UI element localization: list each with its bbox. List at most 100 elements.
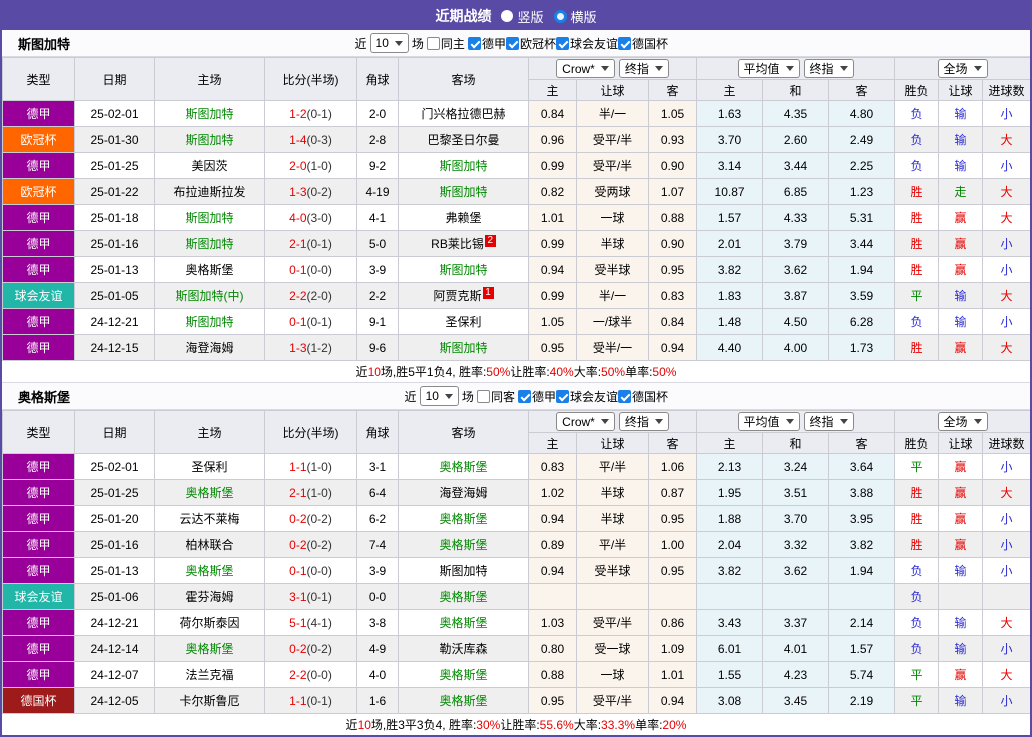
match-date: 24-12-05 <box>74 687 155 714</box>
layout-radio-vertical[interactable]: 竖版 <box>501 7 544 26</box>
table-row: 德甲 25-02-01 斯图加特 1-2(0-1) 2-0 门兴格拉德巴赫 0.84 半/一 1… <box>2 100 1030 127</box>
match-date: 24-12-15 <box>74 334 155 361</box>
corner-score: 1-6 <box>356 687 399 714</box>
fulltime-score: 5-1 <box>289 615 307 630</box>
match-score: 2-1(0-1) <box>264 230 357 257</box>
result-outcome: 负 <box>894 308 940 335</box>
col-away: 客场 <box>398 410 529 454</box>
league-filter-球会友谊[interactable]: 球会友谊 <box>555 35 618 52</box>
odds-home: 0.82 <box>528 178 577 205</box>
result-handicap: 输 <box>938 557 984 584</box>
home-team-name: 奥格斯堡 <box>185 263 234 277</box>
avg-select[interactable]: 平均值 <box>737 412 800 431</box>
layout-radio-horizontal[interactable]: 横版 <box>553 7 597 26</box>
corner-score: 9-6 <box>356 334 399 361</box>
table-row: 德国杯 24-12-05 卡尔斯鲁厄 1-1(0-1) 1-6 奥格斯堡 0.95 受平/半 0… <box>2 687 1030 714</box>
result-goals: 大 <box>982 334 1030 361</box>
fulltime-score: 1-1 <box>289 459 307 474</box>
avg-draw: 3.51 <box>762 479 830 506</box>
avg-draw: 3.62 <box>762 256 830 283</box>
corner-score: 3-9 <box>356 557 399 584</box>
summary-text: 场,胜5平1负4, 胜率: <box>380 365 487 379</box>
league-filter-德甲[interactable]: 德甲 <box>517 388 556 405</box>
result-outcome: 平 <box>894 453 940 480</box>
summary-text: 单率: <box>635 718 663 732</box>
team-name: 斯图加特 <box>18 36 71 52</box>
league-filter-球会友谊[interactable]: 球会友谊 <box>555 388 618 405</box>
home-team: 海登海姆 <box>154 334 265 361</box>
filters: 近 10 场 同主 德甲 欧冠杯 球会友谊 德国杯 <box>355 33 668 53</box>
table-row: 德甲 24-12-07 法兰克福 2-2(0-0) 4-0 奥格斯堡 0.88 一球 1.01 1… <box>2 661 1030 688</box>
odds-away: 1.05 <box>647 100 698 127</box>
league-filter-德国杯[interactable]: 德国杯 <box>617 388 668 405</box>
table-row: 德甲 25-02-01 圣保利 1-1(1-0) 3-1 奥格斯堡 0.83 平/半 1.06 2… <box>2 453 1030 480</box>
away-team-name: 斯图加特 <box>439 263 488 277</box>
away-team-name: 奥格斯堡 <box>439 590 488 604</box>
odds-final-select[interactable]: 终指 <box>618 411 669 431</box>
result-goals: 大 <box>982 661 1030 688</box>
odds-source-select[interactable]: Crow* <box>556 59 615 79</box>
odds-home: 0.89 <box>528 531 577 558</box>
scope-select[interactable]: 全场 <box>937 412 988 431</box>
result-handicap: 赢 <box>938 479 984 506</box>
scope-select[interactable]: 全场 <box>937 59 988 78</box>
odds-final-select[interactable]: 终指 <box>618 58 669 78</box>
avg-select[interactable]: 平均值 <box>737 59 800 78</box>
avg-home: 1.83 <box>696 282 764 309</box>
match-date: 25-01-13 <box>74 256 155 283</box>
odds-handicap: 受平/半 <box>576 152 649 179</box>
avg-final-select[interactable]: 终指 <box>803 412 854 431</box>
avg-final-select[interactable]: 终指 <box>803 59 854 78</box>
odds-home: 0.99 <box>528 230 577 257</box>
result-handicap: 输 <box>938 308 984 335</box>
chevron-down-icon <box>839 419 848 424</box>
same-venue-filter[interactable]: 同主 <box>426 35 465 52</box>
league-filter-德甲[interactable]: 德甲 <box>467 35 506 52</box>
avg-away <box>828 583 896 610</box>
table-row: 德甲 25-01-25 奥格斯堡 2-1(1-0) 6-4 海登海姆 1.02 半球 0.87 1… <box>2 479 1030 506</box>
result-outcome: 平 <box>894 661 940 688</box>
summary-text: 让胜率: <box>500 718 540 732</box>
summary-text: 大率: <box>573 718 602 732</box>
fulltime-score: 0-1 <box>289 262 307 277</box>
fulltime-score: 2-0 <box>289 158 307 173</box>
home-team-name: 奥格斯堡 <box>185 564 234 578</box>
radio-icon <box>501 10 514 22</box>
col-date: 日期 <box>74 410 155 454</box>
avg-draw <box>762 583 830 610</box>
match-date: 25-01-16 <box>74 230 155 257</box>
match-date: 25-02-01 <box>74 100 155 127</box>
halftime-score: (0-0) <box>306 667 332 682</box>
away-team-name: 海登海姆 <box>439 486 488 500</box>
match-count-select[interactable]: 10 <box>419 386 459 406</box>
match-count-select[interactable]: 10 <box>369 33 409 53</box>
away-team-name: RB莱比锡 <box>431 237 484 251</box>
result-goals <box>982 583 1030 610</box>
avg-draw: 3.87 <box>762 282 830 309</box>
away-team-name: 勒沃库森 <box>439 642 488 656</box>
col-home: 主场 <box>154 410 265 454</box>
fulltime-score: 0-2 <box>289 511 307 526</box>
odds-source-select[interactable]: Crow* <box>556 412 615 432</box>
away-team-name: 斯图加特 <box>439 564 488 578</box>
league-filter-欧冠杯[interactable]: 欧冠杯 <box>505 35 556 52</box>
away-team-name: 奥格斯堡 <box>439 460 488 474</box>
match-date: 24-12-07 <box>74 661 155 688</box>
league-filter-group: 德甲 欧冠杯 球会友谊 德国杯 <box>467 35 668 52</box>
match-score: 0-1(0-0) <box>264 256 357 283</box>
match-score: 5-1(4-1) <box>264 609 357 636</box>
table-row: 德甲 25-01-16 柏林联合 0-2(0-2) 7-4 奥格斯堡 0.89 平/半 1.00… <box>2 531 1030 558</box>
col-result-handicap: 让球 <box>938 432 984 454</box>
col-score: 比分(半场) <box>264 410 357 454</box>
match-date: 25-01-13 <box>74 557 155 584</box>
result-handicap: 赢 <box>938 453 984 480</box>
summary-text: 近 <box>355 365 368 379</box>
away-team: RB莱比锡 2 <box>398 230 529 257</box>
avg-home: 1.63 <box>696 100 764 127</box>
home-team: 斯图加特 <box>154 308 265 335</box>
league-filter-德国杯[interactable]: 德国杯 <box>617 35 668 52</box>
table-row: 德甲 25-01-20 云达不莱梅 0-2(0-2) 6-2 奥格斯堡 0.94 半球 0.95… <box>2 505 1030 532</box>
avg-draw: 3.79 <box>762 230 830 257</box>
team-section-stuttgart: 斯图加特 近 10 场 同主 德甲 欧冠杯 球会友谊 德国杯 类型 日期 主场 … <box>2 30 1030 383</box>
same-venue-filter[interactable]: 同客 <box>476 388 515 405</box>
